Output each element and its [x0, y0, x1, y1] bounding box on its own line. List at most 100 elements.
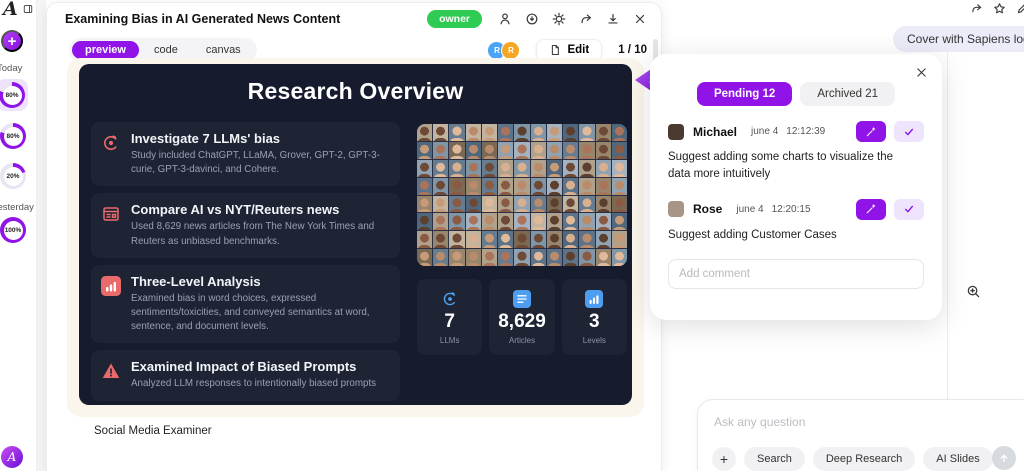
tab-preview[interactable]: preview [72, 41, 139, 59]
tab-archived[interactable]: Archived 21 [800, 82, 895, 106]
resolve-button[interactable] [894, 121, 924, 142]
face-tile [449, 249, 464, 266]
ai-apply-button[interactable] [856, 199, 886, 220]
deep-research-mode-button[interactable]: Deep Research [813, 447, 915, 471]
face-tile [563, 196, 578, 213]
face-tile [498, 160, 513, 177]
search-mode-button[interactable]: Search [744, 447, 805, 471]
face-tile [547, 249, 562, 266]
close-icon[interactable] [915, 66, 928, 79]
tab-pending[interactable]: Pending 12 [697, 82, 792, 106]
user-icon[interactable] [498, 12, 512, 26]
user-avatar[interactable]: A [1, 446, 23, 468]
zoom-in-icon[interactable] [966, 284, 981, 299]
face-tile [612, 249, 627, 266]
tab-code[interactable]: code [141, 41, 191, 59]
sidebar-gap [37, 0, 46, 471]
send-button[interactable] [992, 446, 1016, 470]
question-input[interactable] [712, 414, 1006, 430]
history-item-progress[interactable]: 20% [0, 161, 28, 191]
magic-wand-icon [865, 126, 877, 138]
face-tile [466, 213, 481, 230]
face-tile [466, 249, 481, 266]
collaborator-avatar[interactable]: R [501, 41, 520, 60]
face-tile [433, 213, 448, 230]
face-tile [417, 213, 432, 230]
history-item-progress[interactable]: 80% [0, 121, 28, 151]
face-tile [433, 142, 448, 159]
share-icon[interactable] [579, 12, 593, 26]
face-tile [596, 213, 611, 230]
slide-item-list: Investigate 7 LLMs' bias Study included … [91, 122, 400, 401]
face-tile [417, 124, 432, 141]
slide-item: Investigate 7 LLMs' bias Study included … [91, 122, 400, 186]
titlebar-icons [498, 12, 647, 26]
new-project-button[interactable]: + [1, 30, 23, 52]
face-tile [531, 142, 546, 159]
close-icon[interactable] [633, 12, 647, 26]
history-item-progress[interactable]: 80% [0, 79, 28, 111]
face-tile [482, 196, 497, 213]
face-tile [579, 249, 594, 266]
face-tile [449, 160, 464, 177]
face-tile [498, 196, 513, 213]
comment-text: Suggest adding Customer Cases [668, 227, 904, 244]
face-tile [596, 142, 611, 159]
comment-item: Michael june 4 12:12:39 Suggest adding s… [668, 121, 924, 184]
attach-button[interactable]: + [712, 447, 736, 471]
window-titlebar: Examining Bias in AI Generated News Cont… [47, 3, 661, 33]
comment-author: Michael [693, 125, 737, 139]
face-tile [417, 178, 432, 195]
face-tile [417, 196, 432, 213]
face-tile [482, 160, 497, 177]
share-icon[interactable] [970, 2, 983, 15]
face-tile [547, 124, 562, 141]
face-tile [596, 231, 611, 248]
slide-item-desc: Examined bias in word choices, expressed… [131, 292, 388, 335]
download-icon[interactable] [606, 12, 620, 26]
stat-card: 8,629 Articles [489, 279, 554, 355]
comment-item: Rose june 4 12:20:15 Suggest adding Cust… [668, 199, 924, 244]
face-tile [514, 196, 529, 213]
resolve-button[interactable] [894, 199, 924, 220]
add-comment-input[interactable] [668, 259, 924, 289]
face-tile [482, 124, 497, 141]
face-tile [579, 142, 594, 159]
avatar [668, 201, 684, 217]
face-tile [449, 124, 464, 141]
settings-gear-icon[interactable] [552, 12, 566, 26]
face-tile [579, 124, 594, 141]
slide-item: Examined Impact of Biased Prompts Analyz… [91, 350, 400, 400]
ai-slides-mode-button[interactable]: AI Slides [923, 447, 992, 471]
slide-item-title: Investigate 7 LLMs' bias [131, 131, 388, 146]
sidebar-toggle-icon[interactable] [23, 4, 33, 14]
page-icon [549, 44, 561, 56]
face-tile [466, 196, 481, 213]
sidebar: A + Today 80% 80% 20% Yesterday 100% A [0, 0, 37, 471]
face-tile [563, 178, 578, 195]
face-tile [531, 160, 546, 177]
slide-canvas[interactable]: Research Overview Investigate 7 LLMs' bi… [79, 64, 632, 405]
tab-canvas[interactable]: canvas [193, 41, 254, 59]
history-item-progress[interactable]: 100% [0, 215, 28, 245]
version-circle-icon[interactable] [525, 12, 539, 26]
star-icon[interactable] [993, 2, 1006, 15]
face-tile [514, 160, 529, 177]
section-label-yesterday: Yesterday [0, 202, 34, 213]
face-tile [612, 142, 627, 159]
comments-tabs: Pending 12 Archived 21 [668, 82, 924, 106]
stat-value: 8,629 [498, 311, 546, 333]
face-tile [596, 178, 611, 195]
target-icon [101, 133, 121, 153]
stat-value: 7 [444, 311, 455, 333]
levels-icon [585, 290, 603, 308]
stat-label: LLMs [440, 336, 460, 345]
pencil-icon[interactable] [1016, 2, 1024, 15]
canvas-note-chip[interactable]: Cover with Sapiens logo [893, 26, 1024, 52]
stat-cards: 7 LLMs 8,629 Articles 3 Levels [417, 279, 627, 355]
face-tile [482, 142, 497, 159]
target-icon [441, 290, 459, 308]
app-logo: A [3, 0, 18, 20]
ai-apply-button[interactable] [856, 121, 886, 142]
face-tile [498, 213, 513, 230]
